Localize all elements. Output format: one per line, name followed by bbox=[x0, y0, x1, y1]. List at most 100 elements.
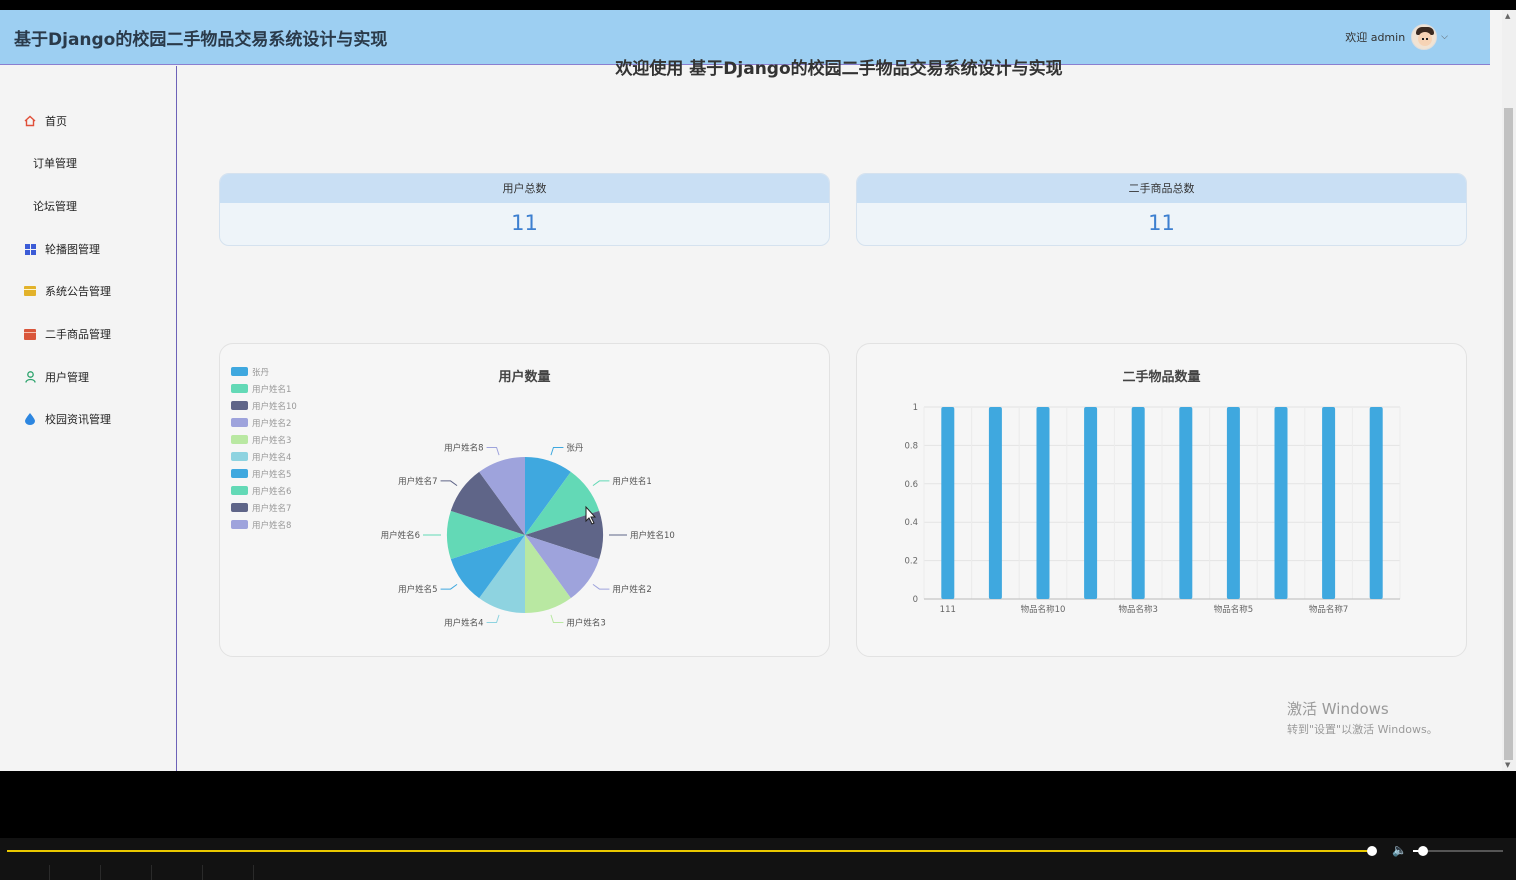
pie-label: 用户姓名8 bbox=[444, 443, 483, 454]
sidebar-item-carousel[interactable]: 轮播图管理 bbox=[0, 234, 176, 264]
y-tick-label: 1 bbox=[913, 403, 918, 413]
pie-label-line bbox=[486, 614, 500, 623]
sidebar-item-label: 轮播图管理 bbox=[45, 243, 100, 256]
legend-label: 用户姓名4 bbox=[252, 452, 291, 463]
x-tick-label: 物品名称5 bbox=[1214, 604, 1253, 615]
sidebar-item-orders[interactable]: 订单管理 bbox=[0, 148, 176, 178]
user-greeting: 欢迎 admin bbox=[1345, 31, 1406, 44]
grid-icon bbox=[24, 243, 36, 255]
chevron-down-icon[interactable]: ⌵ bbox=[1441, 32, 1448, 42]
scroll-down-icon[interactable]: ▼ bbox=[1505, 761, 1510, 769]
legend-label: 用户姓名6 bbox=[252, 486, 291, 497]
pie-label-line bbox=[550, 447, 564, 456]
watermark-title: 激活 Windows bbox=[1287, 700, 1389, 718]
pie-label: 用户姓名6 bbox=[381, 530, 420, 541]
legend-swatch bbox=[231, 503, 248, 512]
notice-icon bbox=[24, 285, 36, 297]
control-button[interactable] bbox=[0, 865, 50, 880]
legend-label: 用户姓名8 bbox=[252, 520, 291, 531]
sidebar-item-label: 论坛管理 bbox=[33, 200, 77, 213]
legend-label: 用户姓名10 bbox=[252, 401, 297, 412]
stat-value: 11 bbox=[1148, 211, 1175, 235]
pie-label: 用户姓名2 bbox=[612, 584, 651, 595]
legend-label: 用户姓名1 bbox=[252, 384, 291, 395]
stat-label: 二手商品总数 bbox=[857, 174, 1466, 203]
bar bbox=[988, 407, 1002, 599]
bar-chart[interactable]: 00.20.40.60.81111 物品名称10 物品名称3 物品名称5 物品名称7 bbox=[857, 344, 1466, 656]
watermark-subtitle: 转到"设置"以激活 Windows。 bbox=[1287, 723, 1438, 736]
legend-label: 用户姓名2 bbox=[252, 418, 291, 429]
sidebar-item-label: 系统公告管理 bbox=[45, 285, 111, 298]
control-button[interactable] bbox=[51, 865, 101, 880]
windows-activation-watermark: 激活 Windows 转到"设置"以激活 Windows。 bbox=[1287, 698, 1438, 737]
bar bbox=[1274, 407, 1288, 599]
video-player-controls: 🔈 bbox=[0, 838, 1516, 880]
volume-icon[interactable]: 🔈 bbox=[1392, 843, 1407, 857]
legend-swatch bbox=[231, 401, 248, 410]
sidebar-item-news[interactable]: 校园资讯管理 bbox=[0, 404, 176, 434]
pie-chart-card: 用户数量 张丹 用户姓名1 用户姓名10 用户姓名2 用户姓名3 用户姓名4 用户姓名5 用户… bbox=[219, 343, 830, 657]
legend-swatch bbox=[231, 452, 248, 461]
control-button[interactable] bbox=[102, 865, 152, 880]
sidebar-item-label: 用户管理 bbox=[45, 371, 89, 384]
pie-label-line bbox=[592, 583, 610, 590]
drop-icon bbox=[24, 413, 36, 425]
sidebar-item-notice[interactable]: 系统公告管理 bbox=[0, 276, 176, 306]
home-icon bbox=[24, 115, 36, 127]
x-tick-label: 物品名称7 bbox=[1309, 604, 1348, 615]
control-button[interactable] bbox=[204, 865, 254, 880]
control-button[interactable] bbox=[153, 865, 203, 880]
pie-label: 用户姓名3 bbox=[566, 617, 605, 628]
y-tick-label: 0.8 bbox=[904, 441, 918, 451]
volume-handle[interactable] bbox=[1418, 846, 1428, 856]
legend-label: 用户姓名3 bbox=[252, 435, 291, 446]
box-icon bbox=[24, 328, 36, 340]
browser-viewport: 基于Django的校园二手物品交易系统设计与实现 欢迎 admin ⌵ 首页 订… bbox=[0, 10, 1516, 771]
bar bbox=[941, 407, 955, 599]
seek-bar[interactable] bbox=[7, 850, 1375, 852]
bar bbox=[1131, 407, 1145, 599]
pie-label-line bbox=[440, 480, 458, 487]
pie-label: 用户姓名5 bbox=[398, 584, 437, 595]
x-tick-label: 物品名称10 bbox=[1021, 604, 1066, 615]
chart-title: 二手物品数量 bbox=[1122, 370, 1201, 385]
sidebar-item-goods[interactable]: 二手商品管理 bbox=[0, 319, 176, 349]
user-menu[interactable]: 欢迎 admin ⌵ bbox=[1345, 24, 1448, 50]
chart-title: 用户数量 bbox=[498, 370, 551, 385]
bar bbox=[1084, 407, 1098, 599]
x-tick-label: 111 bbox=[940, 605, 956, 615]
bar bbox=[1369, 407, 1383, 599]
scroll-thumb[interactable] bbox=[1504, 108, 1513, 760]
sidebar-item-label: 订单管理 bbox=[33, 157, 77, 170]
pie-label-line bbox=[592, 480, 610, 487]
bar bbox=[1036, 407, 1050, 599]
stat-card-goods: 二手商品总数 11 bbox=[856, 173, 1467, 246]
sidebar-item-label: 二手商品管理 bbox=[45, 328, 111, 341]
legend-swatch bbox=[231, 418, 248, 427]
y-tick-label: 0.2 bbox=[904, 557, 918, 567]
pie-label: 用户姓名1 bbox=[612, 476, 651, 487]
sidebar-item-users[interactable]: 用户管理 bbox=[0, 362, 176, 392]
legend-label: 用户姓名5 bbox=[252, 469, 291, 480]
seek-handle[interactable] bbox=[1367, 846, 1377, 856]
x-tick-label: 物品名称3 bbox=[1118, 604, 1157, 615]
user-avatar-icon[interactable] bbox=[1411, 24, 1438, 50]
y-tick-label: 0.6 bbox=[904, 480, 918, 490]
pie-label-line bbox=[440, 583, 458, 590]
bar bbox=[1322, 407, 1336, 599]
pie-label-line bbox=[550, 614, 564, 623]
bar bbox=[1179, 407, 1193, 599]
stat-label: 用户总数 bbox=[220, 174, 829, 203]
sidebar: 首页 订单管理 论坛管理 轮播图管理 系统公告管理 二手商品管理 用户管理 校园… bbox=[0, 66, 177, 771]
stat-card-users: 用户总数 11 bbox=[219, 173, 830, 246]
legend-swatch bbox=[231, 469, 248, 478]
scroll-up-icon[interactable]: ▲ bbox=[1505, 12, 1510, 20]
sidebar-item-home[interactable]: 首页 bbox=[0, 106, 176, 136]
sidebar-item-label: 首页 bbox=[45, 115, 67, 128]
main-content: 欢迎使用 基于Django的校园二手物品交易系统设计与实现 用户总数 11 二手… bbox=[178, 59, 1500, 771]
pie-chart[interactable]: 张丹用户姓名1用户姓名10用户姓名2用户姓名3用户姓名4用户姓名5用户姓名6用户… bbox=[220, 344, 829, 656]
sidebar-item-forum[interactable]: 论坛管理 bbox=[0, 191, 176, 221]
page-scrollbar[interactable]: ▲ ▼ bbox=[1502, 10, 1516, 771]
y-tick-label: 0.4 bbox=[904, 518, 918, 528]
bar-chart-card: 二手物品数量 0 0.2 0.4 0.6 0.8 1 111 物品名称10 物品名称3 物品名称5… bbox=[856, 343, 1467, 657]
